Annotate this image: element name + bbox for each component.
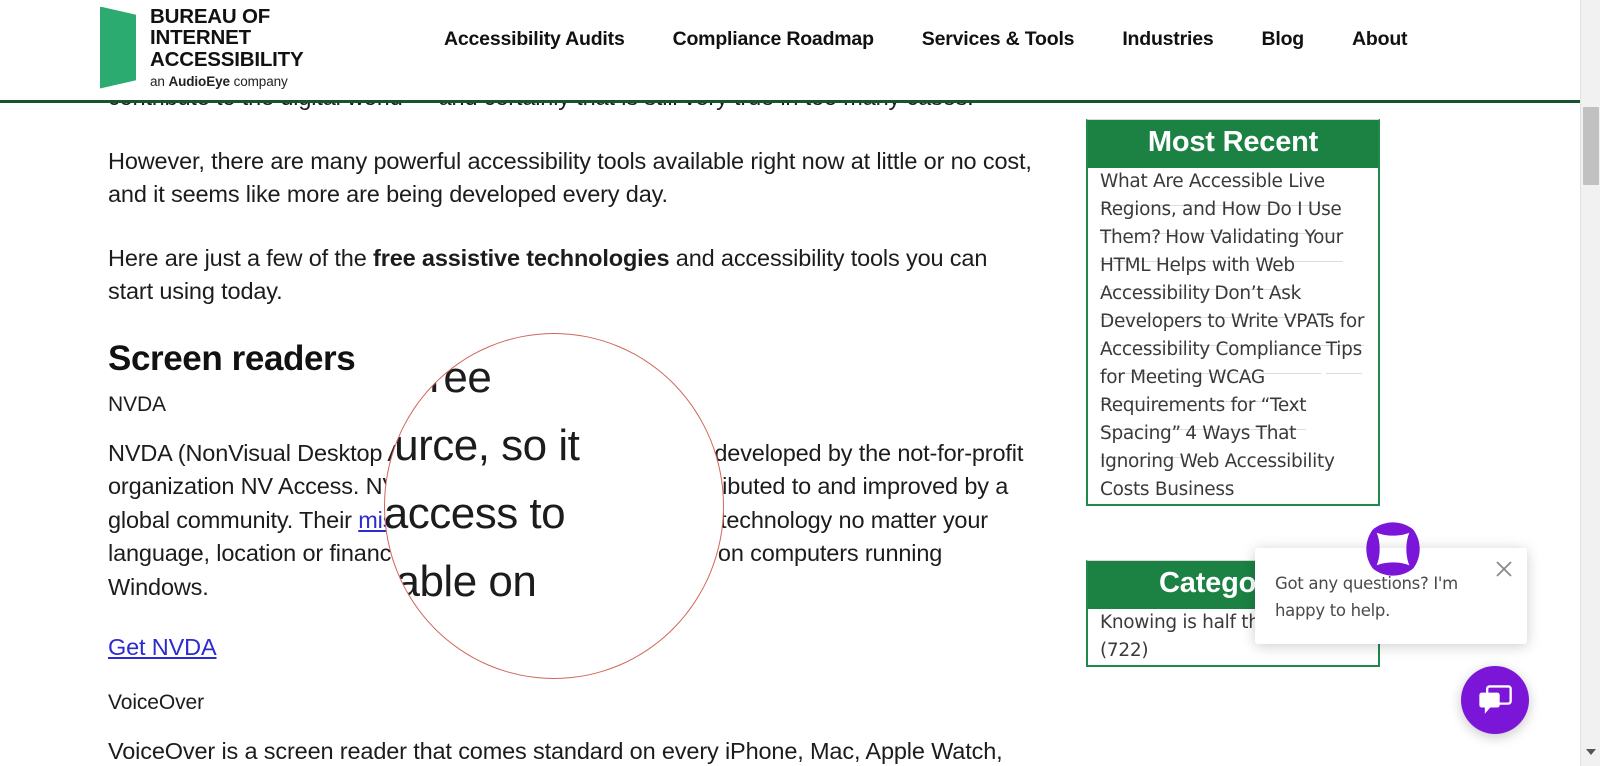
scroll-down-arrow-icon[interactable]: [1581, 742, 1600, 762]
get-nvda-link[interactable]: Get NVDA: [108, 634, 217, 661]
page-root: BUREAU OF INTERNET ACCESSIBILITY an Audi…: [0, 0, 1600, 766]
logo-tagline-pre: an: [150, 73, 169, 89]
logo-line-3: ACCESSIBILITY: [150, 48, 304, 72]
widget-most-recent-list: What Are Accessible Live Regions, and Ho…: [1088, 157, 1378, 504]
paragraph-voiceover-description: VoiceOver is a screen reader that comes …: [108, 738, 1003, 764]
site-header: BUREAU OF INTERNET ACCESSIBILITY an Audi…: [0, 0, 1580, 103]
paragraph-free-assistive-tech: Here are just a few of the free assistiv…: [108, 242, 1038, 309]
logo-line-1: BUREAU OF: [150, 4, 271, 28]
logo-tagline: an AudioEye company: [150, 73, 303, 89]
arrow-down-glyph: [1586, 749, 1596, 755]
nav-item-industries[interactable]: Industries: [1098, 24, 1237, 55]
subheading-nvda: NVDA: [108, 392, 166, 416]
nav-item-accessibility-audits[interactable]: Accessibility Audits: [420, 24, 649, 55]
article-body: contribute to the digital world — and ce…: [108, 84, 1038, 766]
paragraph-nvda-description: NVDA (NonVisual Desktop Access) is a fre…: [108, 437, 1038, 605]
mission-link[interactable]: mission: [358, 507, 437, 533]
close-icon[interactable]: [1493, 558, 1515, 580]
paragraph-text-pre: Here are just a few of the: [108, 244, 374, 271]
chat-greeting-text: Got any questions? I'm happy to help.: [1275, 574, 1458, 620]
heading-screen-readers: Screen readers: [108, 338, 356, 378]
scrollbar-thumb[interactable]: [1583, 107, 1599, 185]
logo-line-2: INTERNET: [150, 26, 251, 50]
logo-tagline-brand: AudioEye: [168, 73, 230, 89]
nav-item-blog[interactable]: Blog: [1238, 24, 1329, 55]
paragraph-text-bold: free assistive technologies: [373, 244, 670, 271]
site-logo[interactable]: BUREAU OF INTERNET ACCESSIBILITY an Audi…: [100, 0, 304, 95]
nav-item-about[interactable]: About: [1328, 24, 1431, 55]
page-content: contribute to the digital world — and ce…: [0, 84, 1580, 766]
nav-item-services-tools[interactable]: Services & Tools: [898, 24, 1099, 55]
subheading-voiceover: VoiceOver: [108, 691, 204, 714]
chat-bubble-icon: [1479, 684, 1512, 714]
vertical-scrollbar[interactable]: [1580, 0, 1600, 766]
logo-mark-icon: [100, 6, 136, 89]
nav-item-compliance-roadmap[interactable]: Compliance Roadmap: [649, 24, 898, 55]
logo-tagline-post: company: [229, 73, 288, 89]
logo-wordmark: BUREAU OF INTERNET ACCESSIBILITY an Audi…: [150, 4, 304, 89]
chat-agent-avatar-icon: [1364, 520, 1422, 578]
paragraph-tools-available: However, there are many powerful accessi…: [108, 147, 1032, 208]
widget-most-recent: Most Recent What Are Accessible Live Reg…: [1086, 119, 1380, 506]
chat-launcher-button[interactable]: [1461, 666, 1529, 734]
main-navigation: Accessibility Audits Compliance Roadmap …: [420, 24, 1431, 55]
